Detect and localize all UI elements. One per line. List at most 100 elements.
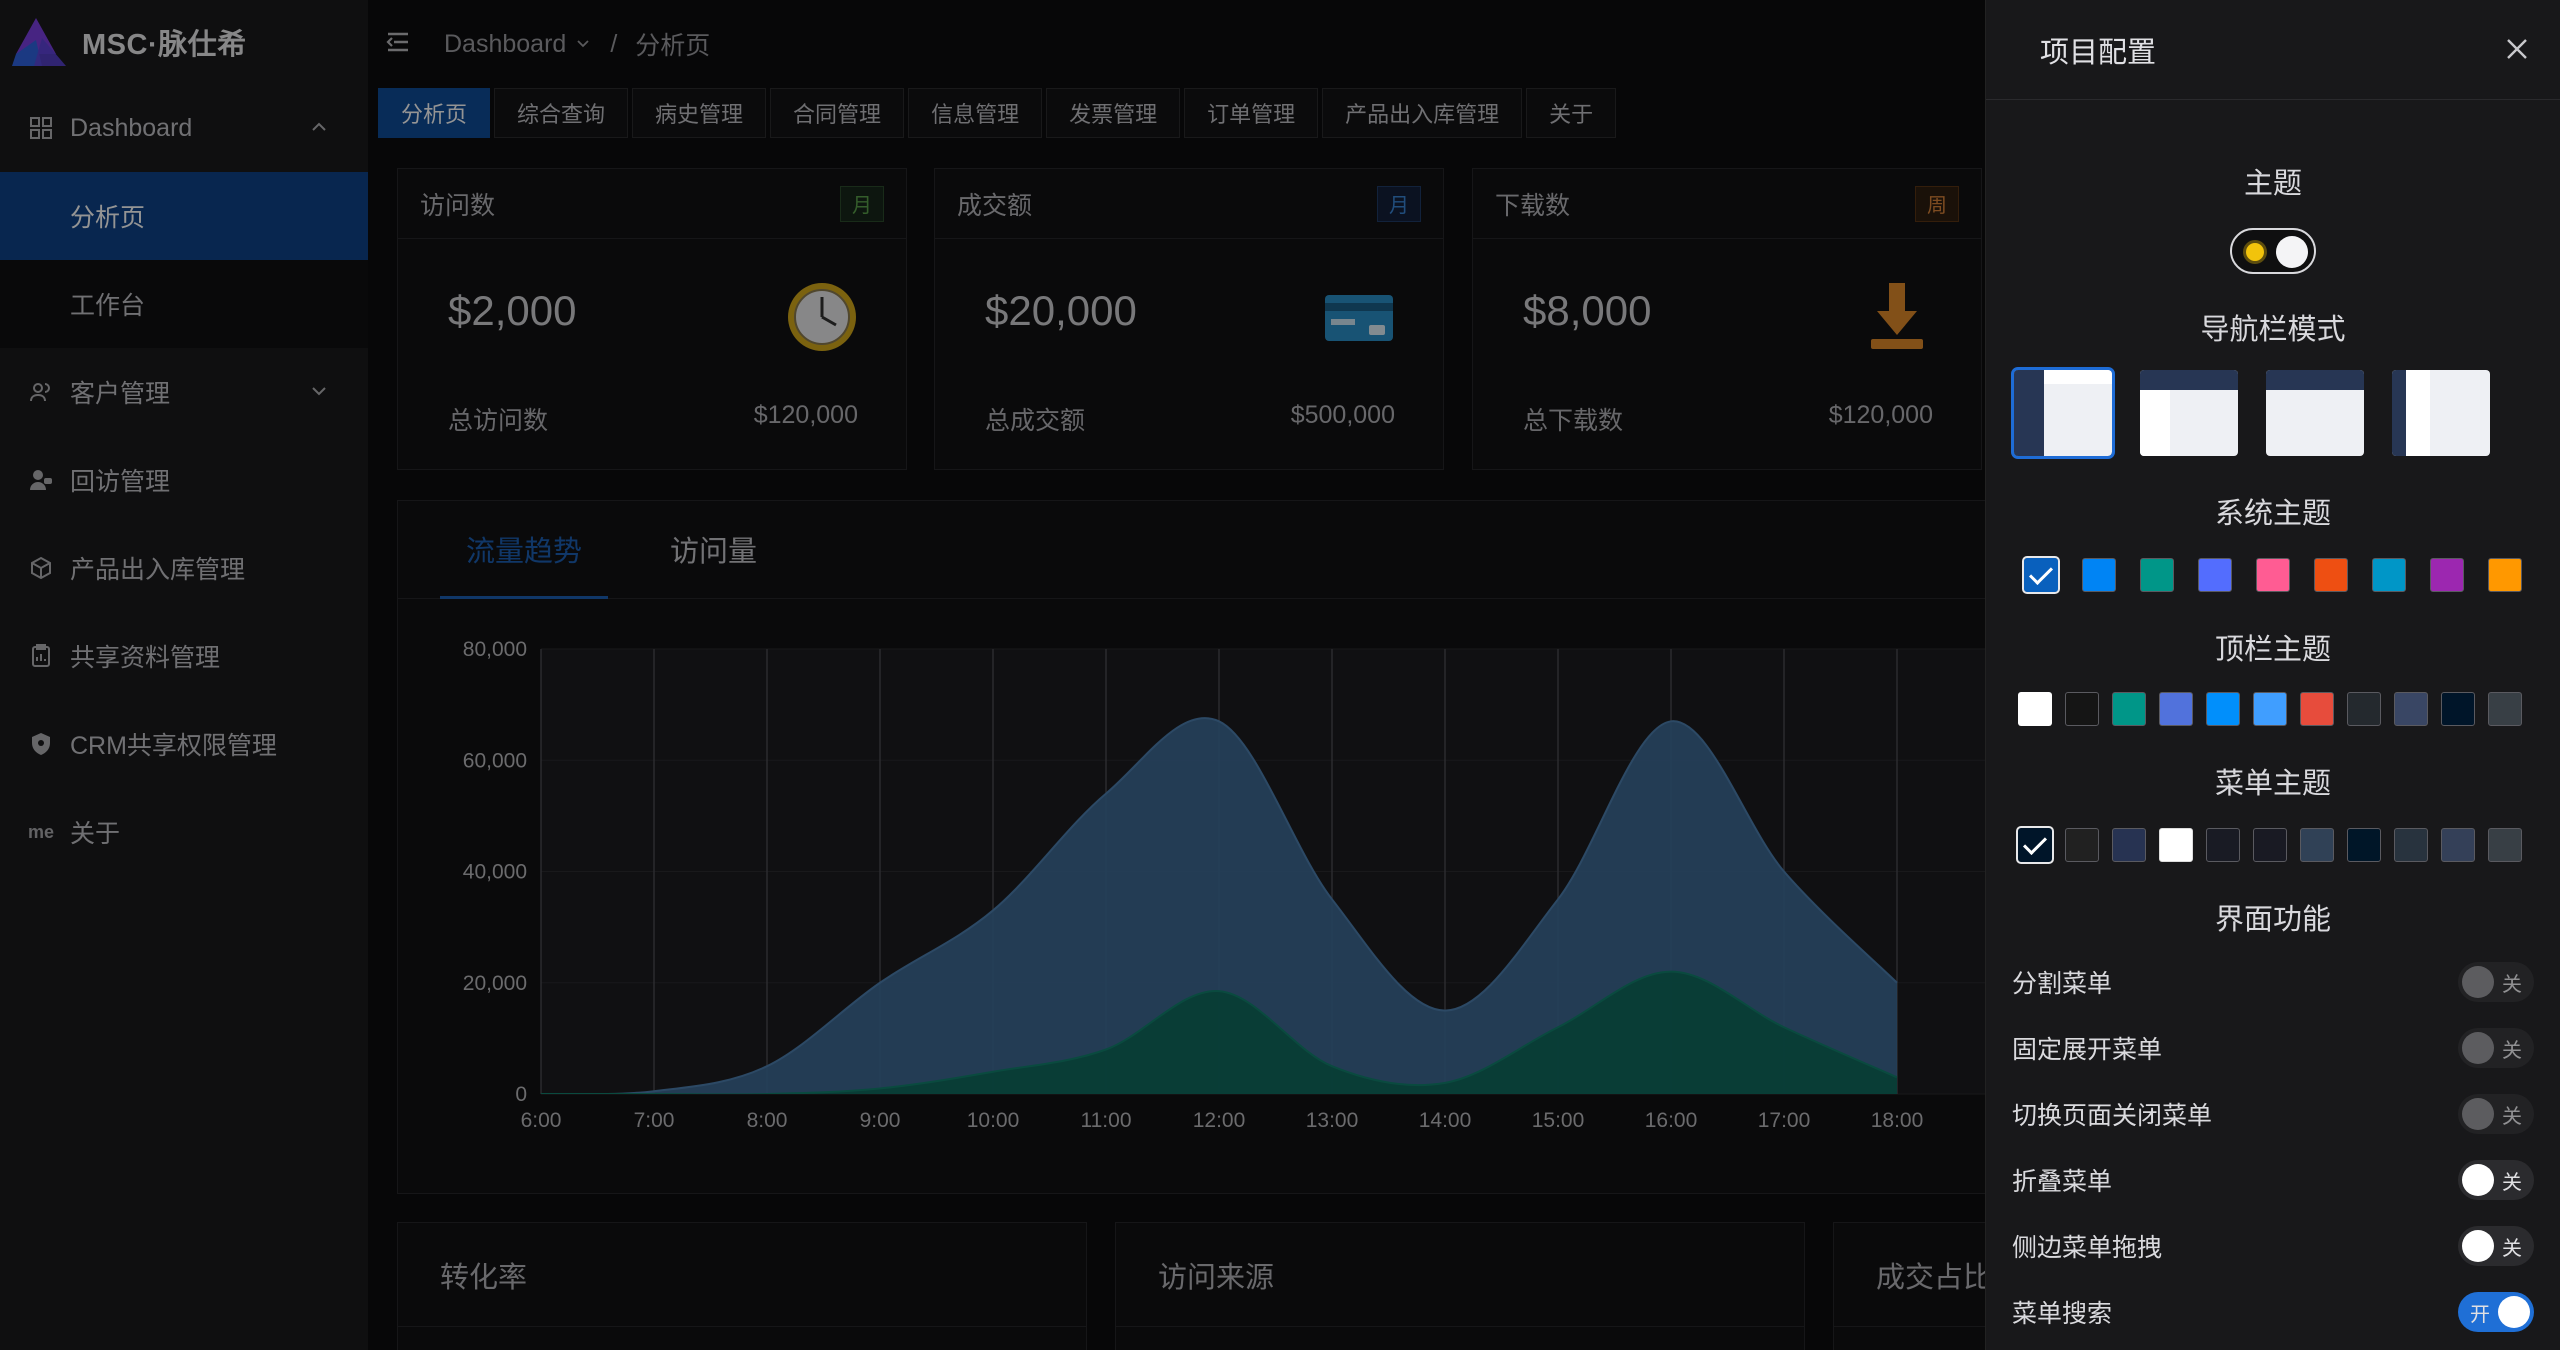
- sidebar-item-analysis[interactable]: 分析页: [0, 172, 368, 260]
- menu-theme-swatches: [2016, 826, 2522, 864]
- breadcrumb-dashboard[interactable]: Dashboard: [444, 30, 566, 59]
- menu-theme-swatch[interactable]: [2159, 828, 2193, 862]
- user-group-icon: [28, 379, 54, 405]
- tab-medical-history[interactable]: 病史管理: [632, 88, 767, 138]
- switch-knob: [2498, 1296, 2530, 1328]
- tab-about[interactable]: 关于: [1526, 88, 1617, 138]
- chevron-down-icon[interactable]: [574, 35, 592, 53]
- top-theme-swatch[interactable]: [2206, 692, 2240, 726]
- system-theme-swatch[interactable]: [2488, 558, 2522, 592]
- y-tick-label: 60,000: [463, 749, 527, 772]
- menu-theme-swatch[interactable]: [2441, 828, 2475, 862]
- switch-state-label: 关: [2502, 1040, 2522, 1062]
- check-icon: [2028, 560, 2054, 586]
- stat-value: $20,000: [985, 287, 1137, 334]
- top-theme-swatch[interactable]: [2488, 692, 2522, 726]
- card-title: 转化率: [398, 1223, 1086, 1327]
- menu-fold-icon[interactable]: [384, 28, 412, 56]
- feature-row: 分割菜单 关: [2012, 962, 2534, 1002]
- traffic-card: 流量趋势 访问量 0 20,000 40,000 60,000 80,000 6:00 7:…: [397, 500, 1988, 1194]
- feature-label: 切换页面关闭菜单: [2012, 1102, 2213, 1130]
- menu-theme-swatch[interactable]: [2394, 828, 2428, 862]
- tab-info[interactable]: 信息管理: [908, 88, 1043, 138]
- drawer-header: 项目配置: [1986, 0, 2560, 100]
- sidebar-item-shared-docs[interactable]: 共享资料管理: [0, 612, 368, 700]
- feature-switch[interactable]: 开: [2458, 1292, 2534, 1332]
- nav-mode-mix-sidebar[interactable]: [2392, 370, 2490, 456]
- system-theme-swatch[interactable]: [2430, 558, 2464, 592]
- top-theme-swatch[interactable]: [2300, 692, 2334, 726]
- stat-total-value: $500,000: [1290, 401, 1395, 429]
- menu-theme-swatch[interactable]: [2253, 828, 2287, 862]
- app-logo[interactable]: MSC·脉仕希: [0, 0, 368, 84]
- nav-mode-top[interactable]: [2266, 370, 2364, 456]
- menu-theme-swatch[interactable]: [2112, 828, 2146, 862]
- feature-switch[interactable]: 关: [2458, 1160, 2534, 1200]
- menu-theme-swatch[interactable]: [2016, 826, 2054, 864]
- breadcrumb-current: 分析页: [635, 32, 711, 60]
- sidebar-item-inventory[interactable]: 产品出入库管理: [0, 524, 368, 612]
- tab-query[interactable]: 综合查询: [494, 88, 629, 138]
- sidebar-item-customers[interactable]: 客户管理: [0, 348, 368, 436]
- feature-row: 切换页面关闭菜单 关: [2012, 1094, 2534, 1134]
- tab-inventory[interactable]: 产品出入库管理: [1322, 88, 1523, 138]
- feature-switch: 关: [2458, 1028, 2534, 1068]
- nav-mode-mix[interactable]: [2140, 370, 2238, 456]
- top-theme-swatch[interactable]: [2253, 692, 2287, 726]
- top-theme-swatch[interactable]: [2065, 692, 2099, 726]
- close-icon[interactable]: [2504, 36, 2530, 62]
- switch-knob: [2462, 966, 2494, 998]
- stat-title: 成交额: [957, 191, 1033, 220]
- y-tick-label: 0: [515, 1083, 527, 1106]
- nav-mode-options: [2011, 367, 2490, 459]
- system-theme-swatches: [2022, 556, 2522, 594]
- feature-row: 固定展开菜单 关: [2012, 1028, 2534, 1068]
- sidebar-item-label: Dashboard: [70, 113, 193, 142]
- top-theme-swatch[interactable]: [2159, 692, 2193, 726]
- system-theme-swatch[interactable]: [2140, 558, 2174, 592]
- top-theme-swatch[interactable]: [2018, 692, 2052, 726]
- top-theme-swatch[interactable]: [2112, 692, 2146, 726]
- sidebar-item-crm-permissions[interactable]: CRM共享权限管理: [0, 700, 368, 788]
- feature-label: 菜单搜索: [2012, 1300, 2113, 1328]
- menu-theme-swatch[interactable]: [2488, 828, 2522, 862]
- tab-invoices[interactable]: 发票管理: [1046, 88, 1181, 138]
- x-tick-label: 13:00: [1306, 1109, 1359, 1132]
- sidebar-item-label: 工作台: [70, 292, 146, 320]
- top-theme-swatch[interactable]: [2394, 692, 2428, 726]
- stat-value: $8,000: [1523, 287, 1652, 334]
- feature-switch[interactable]: 关: [2458, 1226, 2534, 1266]
- download-icon: [1871, 283, 1923, 349]
- menu-theme-swatch[interactable]: [2300, 828, 2334, 862]
- dark-mode-toggle[interactable]: [2230, 228, 2316, 274]
- system-theme-swatch[interactable]: [2022, 556, 2060, 594]
- tab-contracts[interactable]: 合同管理: [770, 88, 905, 138]
- system-theme-swatch[interactable]: [2256, 558, 2290, 592]
- x-tick-label: 6:00: [521, 1109, 562, 1132]
- sidebar-item-about[interactable]: me 关于: [0, 788, 368, 876]
- clipboard-icon: [28, 643, 54, 669]
- sidebar-item-followup[interactable]: 回访管理: [0, 436, 368, 524]
- sidebar-item-workbench[interactable]: 工作台: [0, 260, 368, 348]
- system-theme-swatch[interactable]: [2198, 558, 2232, 592]
- system-theme-swatch[interactable]: [2372, 558, 2406, 592]
- sidebar-item-label: 分析页: [70, 204, 146, 232]
- tab-visits[interactable]: 访问量: [644, 500, 783, 598]
- tab-analysis[interactable]: 分析页: [378, 88, 491, 138]
- top-theme-swatch[interactable]: [2441, 692, 2475, 726]
- system-theme-swatch[interactable]: [2314, 558, 2348, 592]
- y-tick-label: 80,000: [463, 638, 527, 661]
- menu-theme-swatch[interactable]: [2206, 828, 2240, 862]
- menu-theme-swatch[interactable]: [2347, 828, 2381, 862]
- x-tick-label: 14:00: [1419, 1109, 1472, 1132]
- feature-switch: 关: [2458, 1094, 2534, 1134]
- top-theme-swatch[interactable]: [2347, 692, 2381, 726]
- sidebar-item-dashboard[interactable]: Dashboard: [0, 84, 368, 172]
- tab-bar: 分析页 综合查询 病史管理 合同管理 信息管理 发票管理 订单管理 产品出入库管…: [378, 88, 1617, 138]
- breadcrumb-separator: /: [610, 29, 618, 58]
- menu-theme-swatch[interactable]: [2065, 828, 2099, 862]
- tab-traffic-trend[interactable]: 流量趋势: [440, 500, 609, 599]
- system-theme-swatch[interactable]: [2082, 558, 2116, 592]
- nav-mode-sidebar[interactable]: [2011, 367, 2115, 459]
- tab-orders[interactable]: 订单管理: [1184, 88, 1319, 138]
